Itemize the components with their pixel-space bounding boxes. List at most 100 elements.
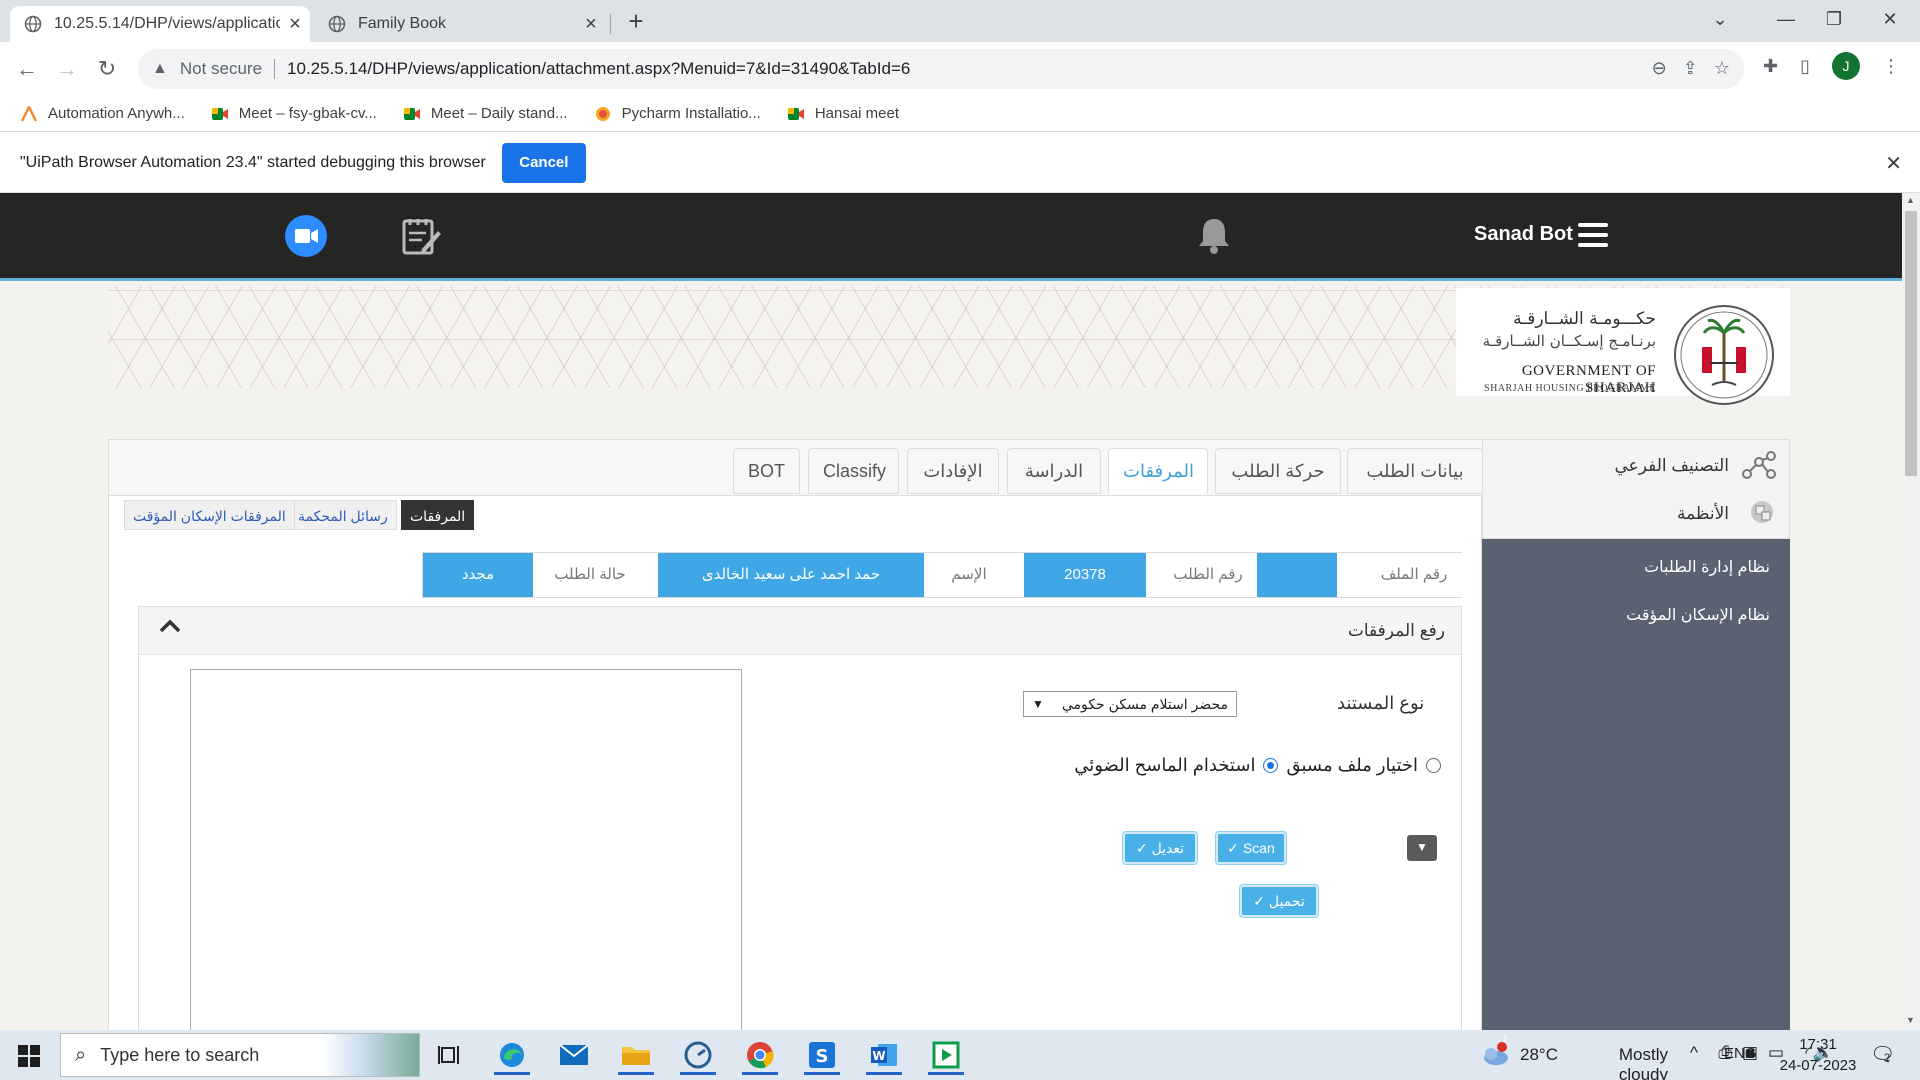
radio-existing-file[interactable] xyxy=(1426,758,1441,773)
upload-button-label: تحميل xyxy=(1268,893,1305,909)
scanner-options-dropdown[interactable]: ▼ xyxy=(1407,835,1437,861)
share-icon[interactable]: ⇪ xyxy=(1683,58,1698,79)
extensions-icon[interactable]: ✚ xyxy=(1763,56,1778,77)
right-sidebar: التصنيف الفرعي الأنظمة نظام إدارة الطلبا… xyxy=(1482,439,1790,1030)
word-icon[interactable]: W xyxy=(860,1035,908,1075)
zoom-icon[interactable]: ⊖ xyxy=(1652,58,1667,79)
request-number-label: رقم الطلب xyxy=(1159,553,1257,597)
notepad-icon[interactable] xyxy=(398,213,442,262)
side-panel-icon[interactable]: ▯ xyxy=(1800,56,1810,77)
mail-icon[interactable] xyxy=(550,1035,598,1075)
subtab-attachments[interactable]: المرفقات xyxy=(401,500,475,530)
upload-panel-header[interactable]: رفع المرفقات xyxy=(139,607,1461,655)
main-tabs-bar: بيانات الطلب حركة الطلب المرفقات الدراسة… xyxy=(109,440,1483,496)
scroll-up-arrow-icon[interactable]: ▲ xyxy=(1906,195,1915,205)
clock-time: 17:31 xyxy=(1799,1036,1837,1053)
address-bar[interactable]: ▲ Not secure 10.25.5.14/DHP/views/applic… xyxy=(138,49,1744,89)
taskbar-search-box[interactable]: ⌕ Type here to search xyxy=(60,1033,420,1077)
profile-avatar[interactable]: J xyxy=(1832,52,1860,80)
radio-use-scanner[interactable] xyxy=(1263,758,1279,773)
google-meet-icon xyxy=(787,106,805,122)
chevron-up-icon[interactable] xyxy=(159,619,181,638)
document-type-label: نوع المستند xyxy=(1337,693,1425,713)
bookmark-star-icon[interactable]: ☆ xyxy=(1714,58,1730,79)
request-status-value: مجدد xyxy=(423,553,533,597)
tab-request-data[interactable]: بيانات الطلب xyxy=(1347,448,1483,494)
bookmark-meet-2[interactable]: Meet – Daily stand... xyxy=(403,105,568,122)
document-type-select[interactable]: محضر استلام مسكن حكومي ▼ xyxy=(1023,691,1237,717)
upload-attachments-panel: رفع المرفقات نوع المستند محضر استلام مسك… xyxy=(138,606,1462,1030)
security-label: Not secure xyxy=(179,59,263,78)
subtab-temp-housing-attachments[interactable]: المرفقات الإسكان المؤقت xyxy=(124,500,295,530)
close-window-button[interactable]: ✕ xyxy=(1860,0,1920,40)
scroll-down-arrow-icon[interactable]: ▼ xyxy=(1906,1015,1915,1025)
tab-search-dropdown-icon[interactable]: ⌄ xyxy=(1690,0,1750,40)
weather-cloud-icon[interactable] xyxy=(1480,1042,1510,1071)
taskbar-search-placeholder: Type here to search xyxy=(100,1044,260,1065)
upload-button[interactable]: ✓ تحميل xyxy=(1240,885,1318,917)
cancel-debugging-button[interactable]: Cancel xyxy=(501,142,586,183)
notification-center-icon[interactable]: 🗨 xyxy=(1870,1042,1895,1067)
scrollbar-thumb[interactable] xyxy=(1905,211,1917,476)
chevron-down-icon: ▼ xyxy=(1032,697,1044,711)
menu-kebab-icon[interactable]: ⋮ xyxy=(1882,56,1900,77)
sidebar-link-request-management[interactable]: نظام إدارة الطلبات xyxy=(1644,557,1770,577)
close-infobar-icon[interactable]: ✕ xyxy=(1885,151,1902,176)
chrome-icon[interactable] xyxy=(736,1035,784,1075)
forward-button[interactable]: → xyxy=(50,52,84,86)
sidebar-link-temp-housing[interactable]: نظام الإسكان المؤقت xyxy=(1626,605,1770,625)
bookmark-hansai-meet[interactable]: Hansai meet xyxy=(787,105,899,122)
scan-button-label: Scan xyxy=(1242,840,1275,856)
browser-tab-strip: 10.25.5.14/DHP/views/applicatio × Family… xyxy=(0,0,1920,42)
bookmark-meet-1[interactable]: Meet – fsy-gbak-cv... xyxy=(211,105,377,122)
notifications-bell-icon[interactable] xyxy=(1196,215,1232,260)
sidebar-item-sub-category[interactable]: التصنيف الفرعي xyxy=(1614,456,1729,476)
weather-temperature[interactable]: 28°C xyxy=(1520,1045,1558,1065)
clock-date: 24-07-2023 xyxy=(1779,1057,1857,1074)
tab-attachments[interactable]: المرفقات xyxy=(1108,448,1208,494)
close-tab-icon[interactable]: × xyxy=(576,13,606,36)
tab-study[interactable]: الدراسة xyxy=(1007,448,1101,494)
zoom-video-icon[interactable] xyxy=(285,215,327,257)
check-icon: ✓ xyxy=(1135,840,1152,856)
logo-arabic-subtitle: برنـامـج إسـكــان الشــارقـة xyxy=(1482,332,1656,350)
edit-button[interactable]: ✓ تعديل xyxy=(1123,832,1197,864)
tab-title: 10.25.5.14/DHP/views/applicatio xyxy=(54,15,280,32)
page-scrollbar[interactable]: ▲ ▼ xyxy=(1902,193,1920,1030)
file-explorer-icon[interactable] xyxy=(612,1035,660,1075)
tab-bot[interactable]: BOT xyxy=(733,448,800,494)
reload-button[interactable]: ↻ xyxy=(90,52,124,86)
bookmark-pycharm[interactable]: Pycharm Installatio... xyxy=(594,105,761,122)
chevron-up-icon[interactable]: ^ xyxy=(1690,1043,1698,1063)
systems-icon xyxy=(1747,498,1777,531)
input-language-indicator[interactable]: ENG xyxy=(1724,1045,1757,1062)
user-name[interactable]: Sanad Bot xyxy=(1474,223,1573,246)
weather-description[interactable]: Mostly cloudy xyxy=(1619,1045,1668,1080)
tab-statements[interactable]: الإفادات xyxy=(907,448,999,494)
edge-browser-icon[interactable] xyxy=(488,1035,536,1075)
scan-button[interactable]: ✓ Scan xyxy=(1216,832,1286,864)
warning-icon: ▲ xyxy=(152,60,168,77)
subtab-court-letters[interactable]: رسائل المحكمة xyxy=(289,500,397,530)
bookmark-automation-anywhere[interactable]: Automation Anywh... xyxy=(20,103,185,122)
debugging-infobar: "UiPath Browser Automation 23.4" started… xyxy=(0,133,1920,193)
restore-button[interactable]: ❐ xyxy=(1804,0,1864,40)
back-button[interactable]: ← xyxy=(10,52,44,86)
media-player-icon[interactable] xyxy=(922,1035,970,1075)
clock[interactable]: 17:31 24-07-2023 xyxy=(1768,1034,1868,1076)
tab-dhp-application[interactable]: 10.25.5.14/DHP/views/applicatio × xyxy=(10,6,310,42)
uipath-studio-icon[interactable]: S xyxy=(798,1035,846,1075)
task-view-icon[interactable] xyxy=(426,1035,474,1075)
divider xyxy=(274,59,276,79)
tab-classify[interactable]: Classify xyxy=(808,448,899,494)
hamburger-menu-icon[interactable] xyxy=(1578,223,1608,252)
tab-family-book[interactable]: Family Book × xyxy=(314,6,606,42)
sidebar-item-systems[interactable]: الأنظمة xyxy=(1677,504,1729,524)
speedometer-app-icon[interactable] xyxy=(674,1035,722,1075)
close-tab-icon[interactable]: × xyxy=(280,13,310,36)
url-text[interactable]: 10.25.5.14/DHP/views/application/attachm… xyxy=(287,59,910,79)
tab-request-movement[interactable]: حركة الطلب xyxy=(1215,448,1341,494)
windows-start-icon[interactable] xyxy=(18,1045,40,1067)
globe-icon xyxy=(24,15,42,33)
new-tab-button[interactable]: + xyxy=(620,6,652,38)
